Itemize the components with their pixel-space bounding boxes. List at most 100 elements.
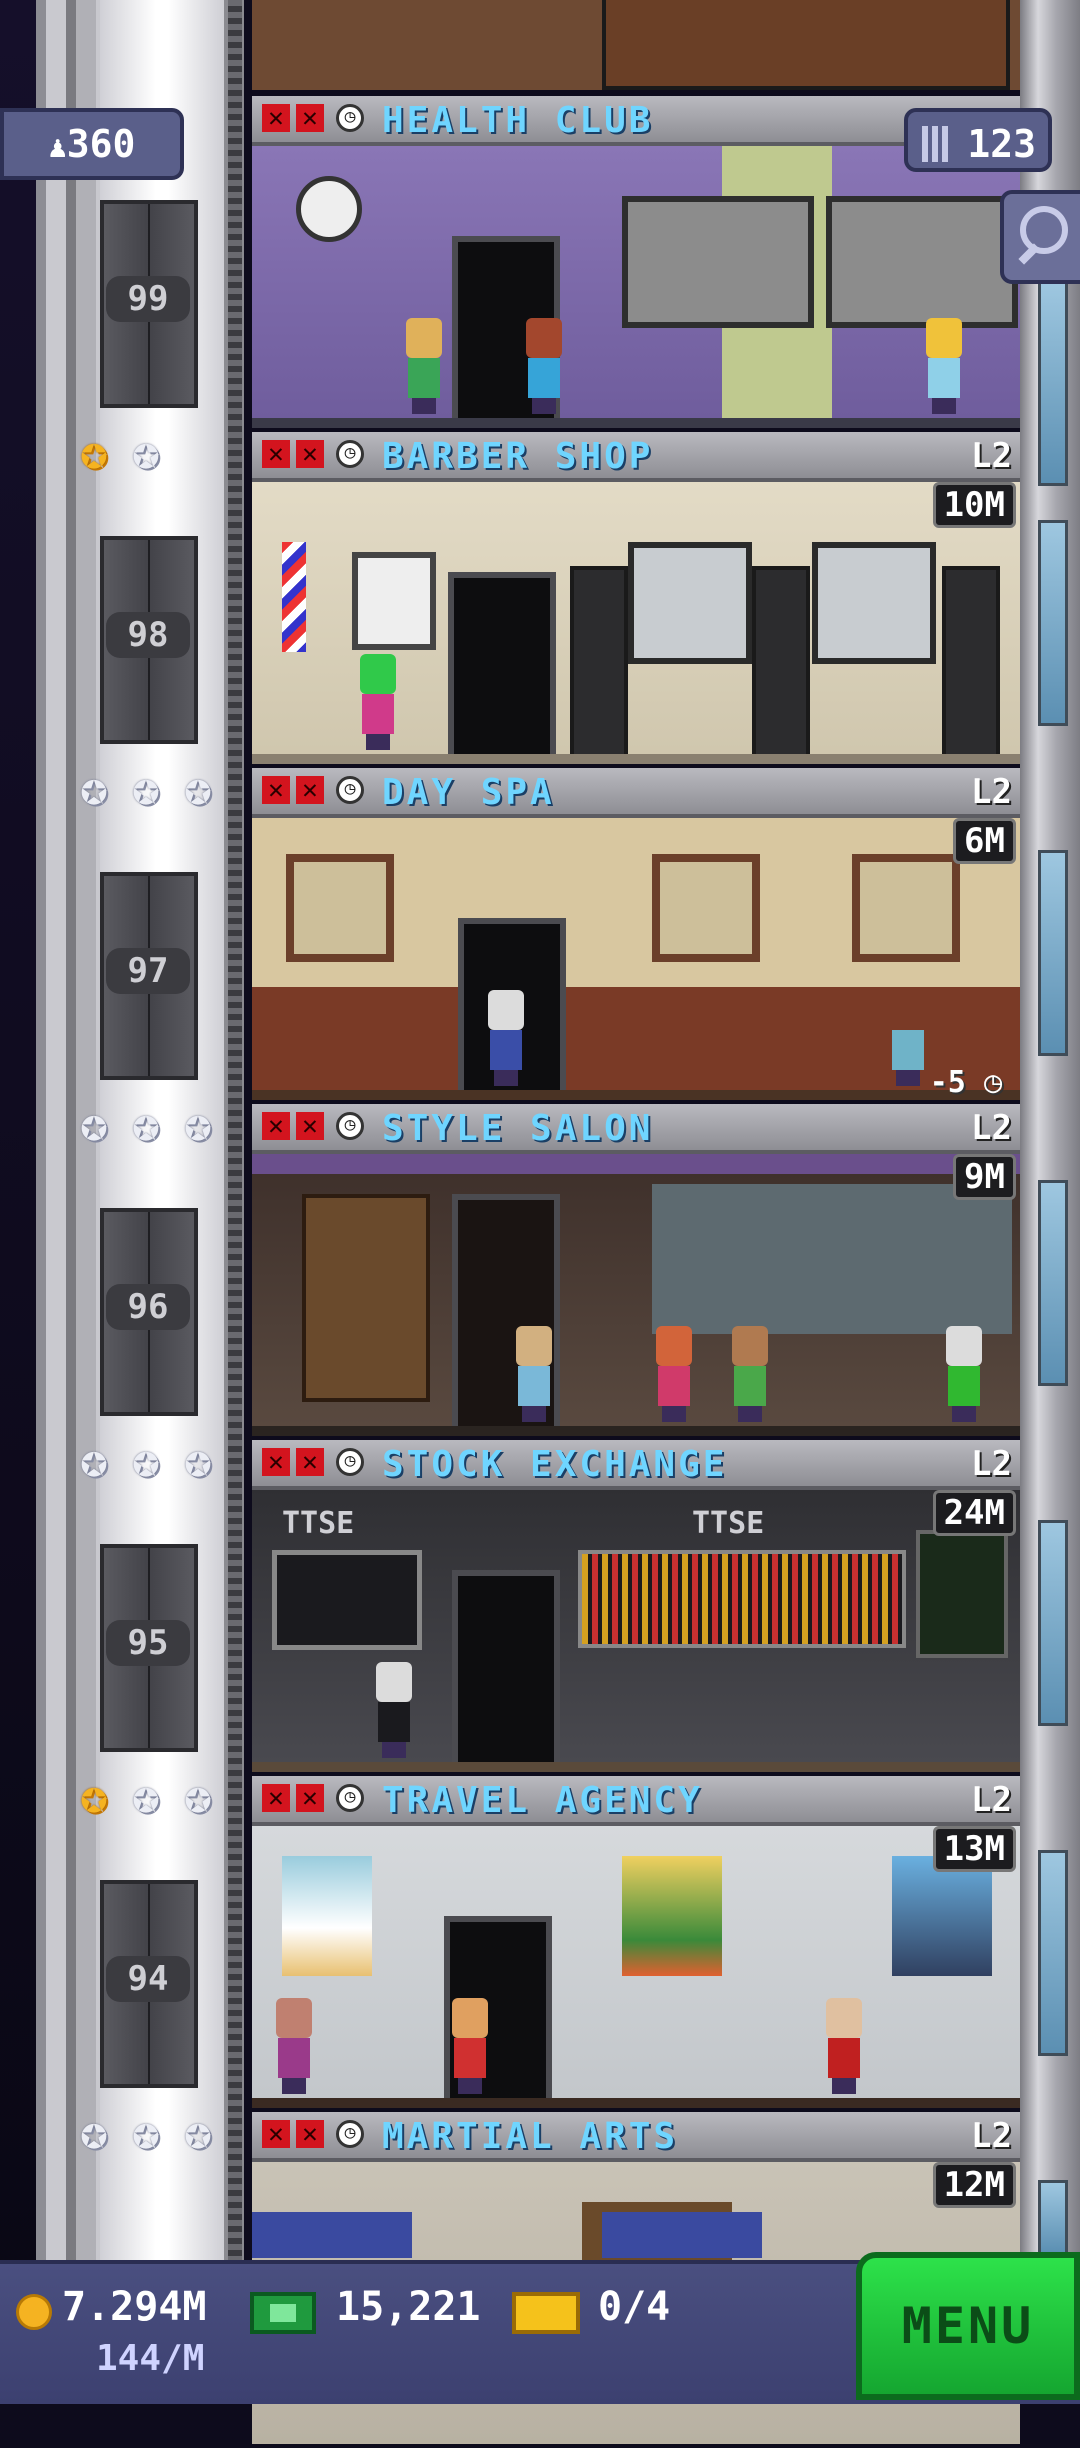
floor-travel-agency[interactable]: ✪ ✪ ✪ 94 ✕ ✕ ◷ TRAVEL AGENCY L2 13M xyxy=(0,1772,1080,2112)
coins-value: 7.294M xyxy=(62,2284,207,2330)
star-icon: ✪ xyxy=(80,1433,108,1487)
tenant[interactable] xyxy=(272,1998,316,2094)
room-level: L2 xyxy=(971,436,1012,476)
room-day-spa[interactable]: ✕ ✕ ◷ DAY SPA L2 6M -5 ◷ xyxy=(252,768,1020,1104)
floors-badge[interactable]: 123 xyxy=(904,108,1052,172)
floor-number: 99 xyxy=(106,276,190,322)
star-icon: ✪ xyxy=(184,1097,212,1151)
star-icon: ✪ xyxy=(80,761,108,815)
room-name: MARTIAL ARTS xyxy=(382,2116,679,2157)
unstocked-icon: ✕ xyxy=(296,2120,324,2148)
room-titlebar: ✕ ✕ ◷ TRAVEL AGENCY L2 xyxy=(252,1776,1020,1826)
income-badge: 9M xyxy=(953,1154,1016,1200)
tenant[interactable] xyxy=(652,1326,696,1422)
unstocked-icon: ✕ xyxy=(296,104,324,132)
tenant[interactable] xyxy=(512,1326,556,1422)
clock-icon: ◷ xyxy=(336,2120,364,2148)
tenant[interactable] xyxy=(922,318,966,414)
star-rating: ✪ ✪ xyxy=(70,428,170,476)
room-titlebar: ✕ ✕ ◷ STOCK EXCHANGE L2 xyxy=(252,1440,1020,1490)
income-badge: 10M xyxy=(932,482,1016,528)
room-name: BARBER SHOP xyxy=(382,436,654,477)
star-icon: ✪ xyxy=(80,1769,108,1823)
clock-icon: ◷ xyxy=(336,104,364,132)
unstocked-icon: ✕ xyxy=(262,1784,290,1812)
unstocked-icon: ✕ xyxy=(296,1784,324,1812)
star-icon: ✪ xyxy=(80,1097,108,1151)
tickets-value: 0/4 xyxy=(598,2284,671,2330)
unstocked-icon: ✕ xyxy=(296,1448,324,1476)
room-level: L2 xyxy=(971,772,1012,812)
star-icon: ✪ xyxy=(184,1769,212,1823)
unstocked-icon: ✕ xyxy=(296,776,324,804)
unstocked-icon: ✕ xyxy=(262,440,290,468)
tenant[interactable] xyxy=(822,1998,866,2094)
tenant[interactable] xyxy=(728,1326,772,1422)
room-name: DAY SPA xyxy=(382,772,555,813)
room-level: L2 xyxy=(971,1108,1012,1148)
population-icon: ♟ xyxy=(48,130,67,165)
star-rating: ✪ ✪ ✪ xyxy=(70,1100,222,1148)
floor-partial-top xyxy=(0,0,1080,90)
room-name: STYLE SALON xyxy=(382,1108,654,1149)
ticket-icon xyxy=(512,2292,580,2334)
room-name: HEALTH CLUB xyxy=(382,100,654,141)
room-travel-agency[interactable]: ✕ ✕ ◷ TRAVEL AGENCY L2 13M xyxy=(252,1776,1020,2112)
star-icon: ✪ xyxy=(80,425,108,479)
star-icon: ✪ xyxy=(132,761,160,815)
tenant[interactable] xyxy=(402,318,446,414)
room-scene xyxy=(252,482,1020,764)
star-icon: ✪ xyxy=(132,1769,160,1823)
search-button[interactable] xyxy=(1000,190,1080,284)
star-icon: ✪ xyxy=(132,1433,160,1487)
tenant[interactable] xyxy=(356,654,400,750)
building-window xyxy=(1038,850,1068,1056)
room-titlebar: ✕ ✕ ◷ BARBER SHOP L2 xyxy=(252,432,1020,482)
unstocked-icon: ✕ xyxy=(296,1112,324,1140)
building-window xyxy=(1038,1520,1068,1726)
floor-number: 94 xyxy=(106,1956,190,2002)
unstocked-icon: ✕ xyxy=(262,776,290,804)
room-style-salon[interactable]: ✕ ✕ ◷ STYLE SALON L2 9M xyxy=(252,1104,1020,1440)
building-window xyxy=(1038,280,1068,486)
ttse-sign: TTSE xyxy=(692,1506,765,1541)
menu-button[interactable]: MENU xyxy=(856,2252,1080,2400)
tenant[interactable] xyxy=(886,990,930,1086)
building-window xyxy=(1038,520,1068,726)
tenant[interactable] xyxy=(484,990,528,1086)
clock-icon: ◷ xyxy=(336,440,364,468)
star-icon: ✪ xyxy=(184,2105,212,2159)
room-scene xyxy=(252,1154,1020,1436)
room-name: STOCK EXCHANGE xyxy=(382,1444,728,1485)
room-scene xyxy=(252,146,1020,428)
star-icon: ✪ xyxy=(184,1433,212,1487)
bux-icon xyxy=(250,2292,316,2334)
room-barber-shop[interactable]: ✕ ✕ ◷ BARBER SHOP L2 10M xyxy=(252,432,1020,768)
income-badge: 24M xyxy=(932,1490,1016,1536)
tenant[interactable] xyxy=(522,318,566,414)
star-icon: ✪ xyxy=(132,2105,160,2159)
star-icon: ✪ xyxy=(132,425,160,479)
floor-barber-shop[interactable]: ✪ ✪ 98 ✕ ✕ ◷ BARBER SHOP L2 10M xyxy=(0,428,1080,768)
unstocked-icon: ✕ xyxy=(262,1448,290,1476)
room-titlebar: ✕ ✕ ◷ MARTIAL ARTS L2 xyxy=(252,2112,1020,2162)
star-rating: ✪ ✪ ✪ xyxy=(70,1436,222,1484)
ttse-sign: TTSE xyxy=(282,1506,355,1541)
tenant[interactable] xyxy=(942,1326,986,1422)
tenant[interactable] xyxy=(372,1662,416,1758)
income-badge: 12M xyxy=(932,2162,1016,2208)
room-stock-exchange[interactable]: ✕ ✕ ◷ STOCK EXCHANGE L2 TTSE TTSE 24M xyxy=(252,1440,1020,1776)
tenant[interactable] xyxy=(448,1998,492,2094)
coin-icon xyxy=(16,2294,52,2330)
population-badge[interactable]: ♟360 xyxy=(0,108,184,180)
income-badge: 6M xyxy=(953,818,1016,864)
wall-clock-icon xyxy=(296,176,362,242)
floor-stock-exchange[interactable]: ✪ ✪ ✪ 95 ✕ ✕ ◷ STOCK EXCHANGE L2 TTSE TT… xyxy=(0,1436,1080,1776)
floor-number: 98 xyxy=(106,612,190,658)
star-rating: ✪ ✪ ✪ xyxy=(70,1772,222,1820)
floor-style-salon[interactable]: ✪ ✪ ✪ 96 ✕ ✕ ◷ STYLE SALON L2 9M xyxy=(0,1100,1080,1440)
star-rating: ✪ ✪ ✪ xyxy=(70,764,222,812)
restock-timer: -5 ◷ xyxy=(929,1065,1002,1100)
floor-number: 96 xyxy=(106,1284,190,1330)
floor-day-spa[interactable]: ✪ ✪ ✪ 97 ✕ ✕ ◷ DAY SPA L2 6M -5 ◷ xyxy=(0,764,1080,1104)
